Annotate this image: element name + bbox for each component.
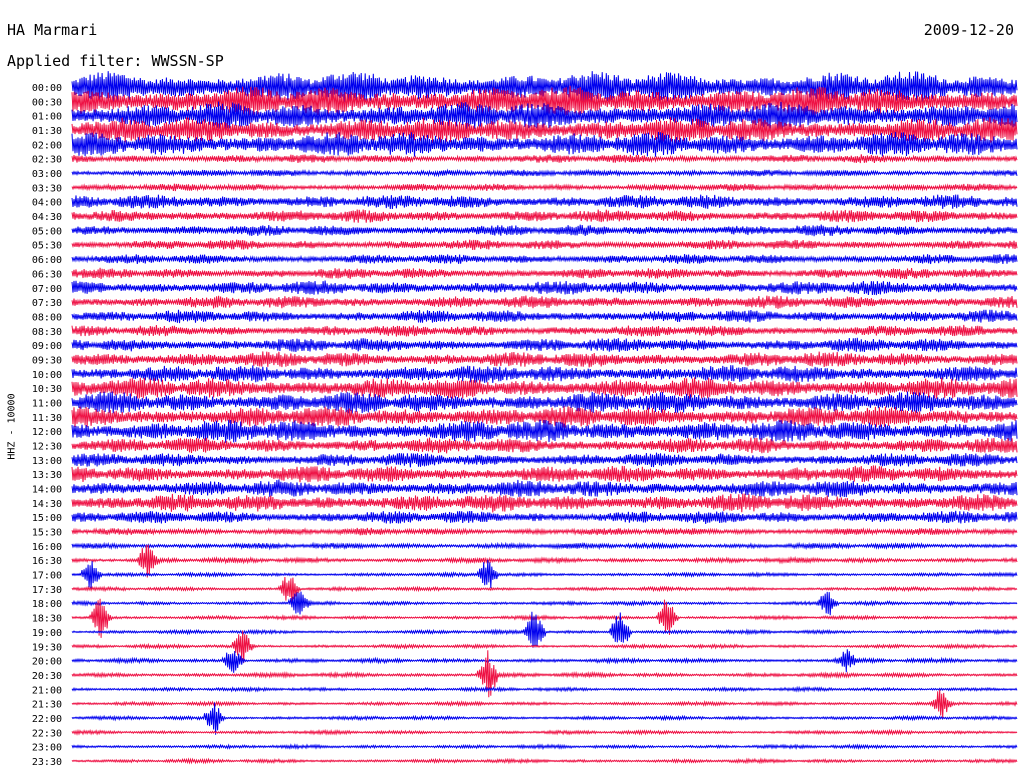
time-tick-label: 21:30 <box>32 700 62 711</box>
trace-row-1030 <box>71 377 1018 399</box>
time-tick-label: 16:00 <box>32 542 62 553</box>
time-tick-label: 22:00 <box>32 714 62 725</box>
time-tick-label: 02:30 <box>32 155 62 166</box>
trace-row-0630 <box>71 267 1018 280</box>
trace-row-2330 <box>71 757 1018 765</box>
time-tick-label: 22:30 <box>32 728 62 739</box>
trace-row-1430 <box>71 493 1018 513</box>
seismic-traces <box>71 71 1018 765</box>
time-tick-label: 11:30 <box>32 413 62 424</box>
trace-row-2100 <box>71 685 1018 693</box>
time-tick-label: 06:30 <box>32 269 62 280</box>
time-tick-label: 03:30 <box>32 183 62 194</box>
time-tick-label: 23:00 <box>32 743 62 754</box>
time-tick-label: 00:30 <box>32 97 62 108</box>
time-tick-label: 14:30 <box>32 499 62 510</box>
time-tick-label: 19:30 <box>32 642 62 653</box>
trace-row-2300 <box>71 743 1018 751</box>
time-tick-label: 12:00 <box>32 427 62 438</box>
time-tick-label: 19:00 <box>32 628 62 639</box>
trace-row-0430 <box>71 209 1018 223</box>
helicorder-plot: 00:00 00:30 01:00 01:30 02:00 02:30 03:00 03:30… <box>32 71 1018 768</box>
date-label: 2009-12-20 <box>923 21 1014 39</box>
station-title: HA Marmari <box>7 21 98 39</box>
trace-row-1530 <box>71 527 1018 536</box>
time-tick-label: 08:30 <box>32 327 62 338</box>
time-tick-label: 04:00 <box>32 198 62 209</box>
time-tick-label: 05:30 <box>32 241 62 252</box>
time-tick-label: 09:00 <box>32 341 62 352</box>
time-tick-label: 01:00 <box>32 112 62 123</box>
trace-row-1230 <box>71 437 1018 454</box>
trace-row-1200 <box>71 419 1018 443</box>
trace-row-1730 <box>71 576 1018 605</box>
trace-row-0800 <box>71 309 1018 324</box>
trace-row-2200 <box>71 702 1018 735</box>
time-tick-label: 05:00 <box>32 226 62 237</box>
trace-row-2230 <box>71 728 1018 736</box>
time-tick-label: 10:30 <box>32 384 62 395</box>
time-tick-label: 09:30 <box>32 355 62 366</box>
time-tick-label: 18:00 <box>32 599 62 610</box>
time-tick-label: 15:30 <box>32 528 62 539</box>
trace-row-1500 <box>71 510 1018 524</box>
trace-row-0700 <box>71 280 1018 296</box>
trace-row-0500 <box>71 224 1018 237</box>
trace-row-0230 <box>71 154 1018 164</box>
trace-row-0530 <box>71 239 1018 250</box>
time-tick-label: 01:30 <box>32 126 62 137</box>
time-tick-label: 07:00 <box>32 284 62 295</box>
time-tick-label: 13:00 <box>32 456 62 467</box>
time-tick-label: 10:00 <box>32 370 62 381</box>
trace-row-1330 <box>71 465 1018 483</box>
time-tick-label: 03:00 <box>32 169 62 180</box>
time-tick-labels: 00:00 00:30 01:00 01:30 02:00 02:30 03:00 03:30… <box>32 83 62 768</box>
trace-row-0600 <box>71 253 1018 265</box>
trace-row-0900 <box>71 337 1018 352</box>
time-tick-label: 23:30 <box>32 757 62 768</box>
time-tick-label: 17:30 <box>32 585 62 596</box>
time-tick-label: 12:30 <box>32 442 62 453</box>
time-tick-label: 04:30 <box>32 212 62 223</box>
trace-row-1800 <box>71 591 1018 616</box>
trace-row-0400 <box>71 194 1018 210</box>
time-tick-label: 21:00 <box>32 685 62 696</box>
channel-axis-label: HHZ - 10000 <box>6 393 18 460</box>
time-tick-label: 07:30 <box>32 298 62 309</box>
time-tick-label: 18:30 <box>32 614 62 625</box>
time-tick-label: 00:00 <box>32 83 62 94</box>
time-tick-label: 02:00 <box>32 140 62 151</box>
trace-row-0330 <box>71 183 1018 192</box>
trace-row-1700 <box>71 559 1018 590</box>
trace-row-0930 <box>71 351 1018 368</box>
trace-row-0830 <box>71 324 1018 337</box>
time-tick-label: 20:00 <box>32 657 62 668</box>
time-tick-label: 17:00 <box>32 571 62 582</box>
time-tick-label: 11:00 <box>32 398 62 409</box>
trace-row-1600 <box>71 541 1018 551</box>
trace-row-0300 <box>71 168 1018 178</box>
time-tick-label: 14:00 <box>32 485 62 496</box>
time-tick-label: 16:30 <box>32 556 62 567</box>
time-tick-label: 13:30 <box>32 470 62 481</box>
filter-subtitle: Applied filter: WWSSN-SP <box>7 52 224 70</box>
time-tick-label: 06:00 <box>32 255 62 266</box>
trace-row-0730 <box>71 295 1018 309</box>
trace-row-1300 <box>71 452 1018 468</box>
trace-row-1400 <box>71 479 1018 498</box>
time-tick-label: 15:00 <box>32 513 62 524</box>
trace-row-2000 <box>71 649 1018 673</box>
time-tick-label: 20:30 <box>32 671 62 682</box>
time-tick-label: 08:00 <box>32 312 62 323</box>
trace-row-1630 <box>71 544 1018 578</box>
trace-row-1000 <box>71 365 1018 383</box>
